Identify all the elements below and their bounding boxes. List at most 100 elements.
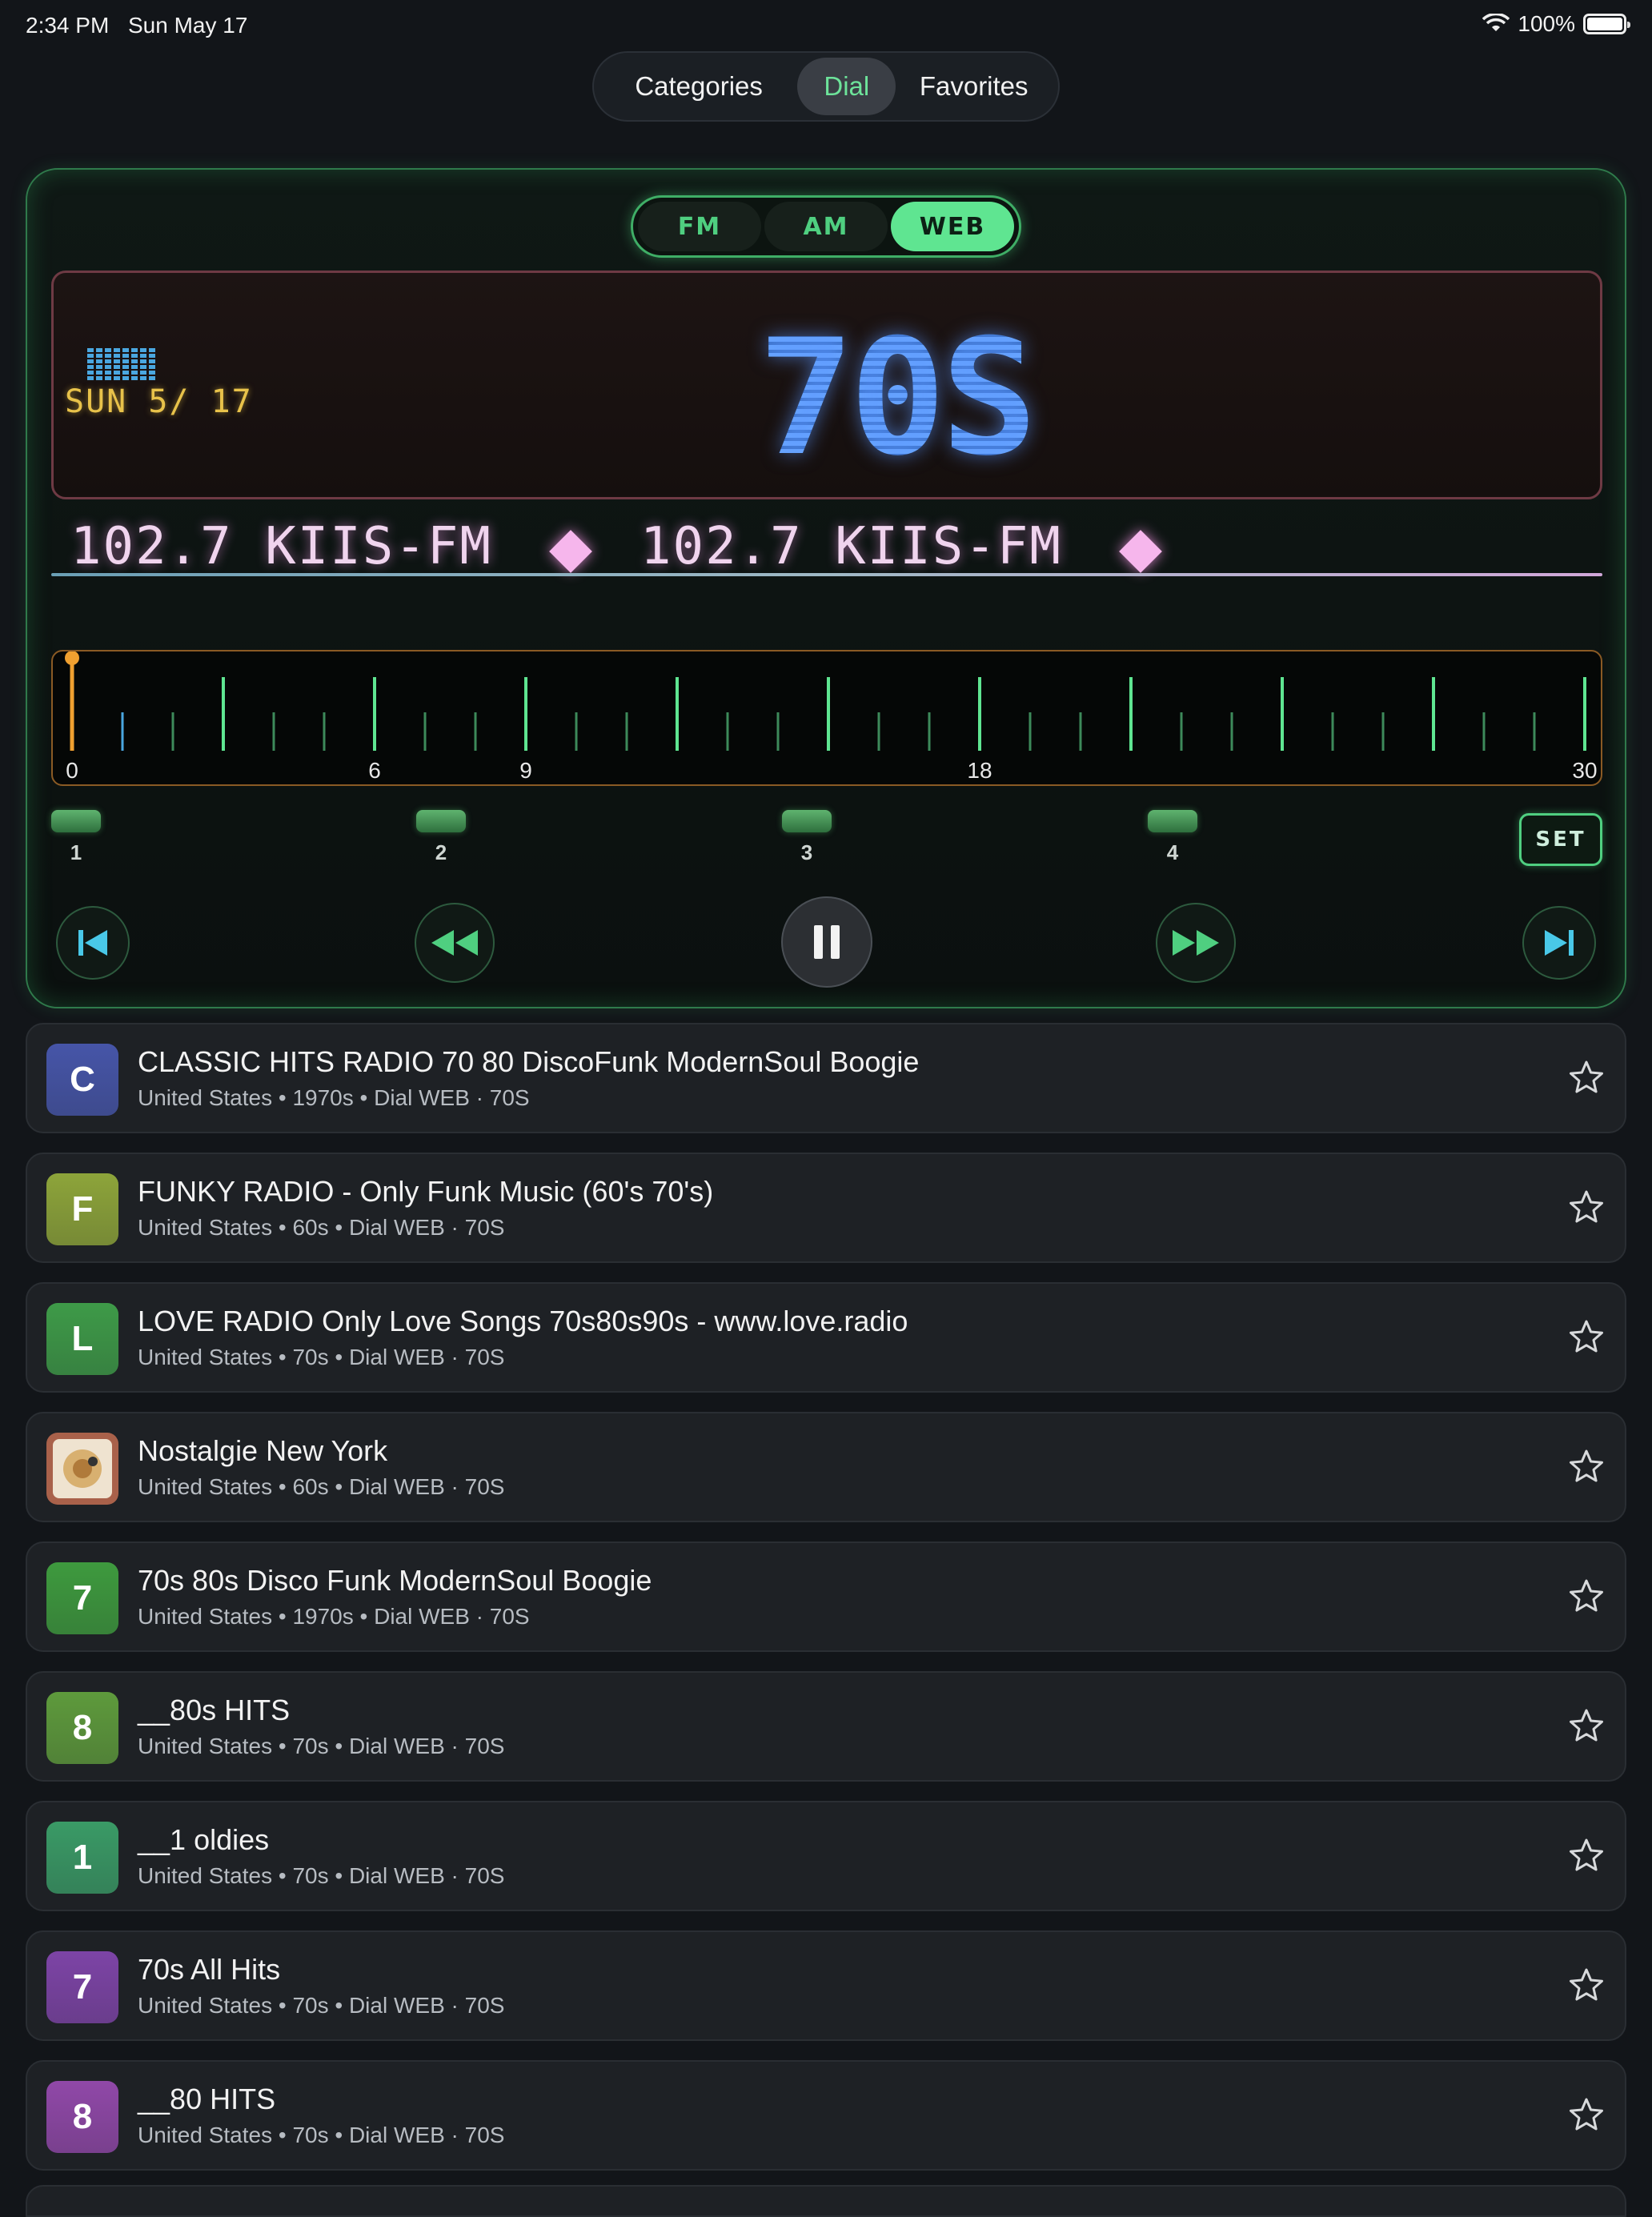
station-row[interactable]: 7 70s All Hits United States • 70s • Dial … (26, 1930, 1626, 2041)
preset-button-4[interactable] (1148, 810, 1197, 832)
fast-forward-icon (1173, 930, 1219, 956)
station-artwork (46, 1433, 118, 1505)
dial-label: 30 (1572, 758, 1597, 783)
favorite-star-icon[interactable] (1569, 1838, 1604, 1873)
ticker-text: 102.7 KIIS-FM (70, 517, 492, 576)
preset-button-3[interactable] (782, 810, 832, 832)
tab-favorites[interactable]: Favorites (896, 58, 1052, 115)
view-segmented-control: Categories Dial Favorites (592, 51, 1060, 122)
station-title: 70s All Hits (138, 1953, 281, 1986)
radio-panel: FM AM WEB SUN 5/ 17 70S 102.7 KIIS-FM 10… (26, 168, 1626, 1008)
station-subtitle: United States • 70s • Dial WEB · 70S (138, 1993, 505, 2018)
station-row[interactable]: 7 70s 80s Disco Funk ModernSoul Boogie Uni… (26, 1541, 1626, 1652)
favorite-star-icon[interactable] (1569, 1708, 1604, 1743)
skip-forward-button[interactable] (1522, 906, 1596, 980)
skip-back-button[interactable] (56, 906, 130, 980)
station-avatar: 7 (46, 1562, 118, 1634)
preset-button-1[interactable] (51, 810, 101, 832)
favorite-star-icon[interactable] (1569, 1189, 1604, 1225)
diamond-icon (1119, 530, 1162, 573)
station-subtitle: United States • 70s • Dial WEB · 70S (138, 2123, 505, 2147)
dial-label: 6 (368, 758, 381, 783)
station-avatar: 8 (46, 2081, 118, 2153)
battery-icon (1583, 14, 1630, 34)
station-avatar: L (46, 1303, 118, 1375)
station-subtitle: United States • 70s • Dial WEB · 70S (138, 1863, 505, 1888)
status-right: 100% (1482, 11, 1630, 37)
station-title: __1 oldies (138, 1823, 270, 1856)
station-subtitle: United States • 60s • Dial WEB · 70S (138, 1474, 505, 1499)
station-avatar: C (46, 1044, 118, 1116)
status-bar: 2:34 PM Sun May 17 100% (0, 0, 1652, 53)
preset-label-1: 1 (70, 840, 82, 864)
station-avatar: F (46, 1173, 118, 1245)
pause-button[interactable] (781, 896, 872, 988)
skip-back-icon (78, 930, 107, 956)
lcd-date: SUN 5/ 17 (65, 383, 253, 420)
band-selector: FM AM WEB (631, 195, 1021, 258)
dial-label: 18 (967, 758, 992, 783)
dial-label: 9 (519, 758, 532, 783)
preset-label-3: 3 (800, 840, 813, 864)
skip-forward-icon (1545, 930, 1574, 956)
station-row[interactable]: L LOVE RADIO Only Love Songs 70s80s90s - … (26, 1282, 1626, 1393)
station-title: Nostalgie New York (138, 1434, 388, 1467)
tab-categories[interactable]: Categories (600, 58, 797, 115)
diamond-icon (549, 530, 592, 573)
station-title: 70s 80s Disco Funk ModernSoul Boogie (138, 1564, 652, 1597)
station-title: CLASSIC HITS RADIO 70 80 DiscoFunk Moder… (138, 1045, 920, 1078)
station-row[interactable]: C CLASSIC HITS RADIO 70 80 DiscoFunk Mode… (26, 1023, 1626, 1133)
station-row[interactable]: 8 __80 HITS United States • 70s • Dial WEB… (26, 2060, 1626, 2171)
station-subtitle: United States • 1970s • Dial WEB · 70S (138, 1604, 530, 1629)
station-subtitle: United States • 1970s • Dial WEB · 70S (138, 1085, 530, 1110)
ticker-text: 102.7 KIIS-FM (640, 517, 1062, 576)
dial-needle-knob (65, 651, 79, 665)
genre-display: 70S (758, 305, 1037, 491)
equalizer-icon (87, 348, 155, 380)
favorite-star-icon[interactable] (1569, 1967, 1604, 2003)
tuning-dial-scale: 0 6 9 18 30 (65, 651, 1598, 783)
station-title: LOVE RADIO Only Love Songs 70s80s90s - w… (138, 1305, 908, 1337)
lcd-display: SUN 5/ 17 70S (51, 271, 1602, 499)
station-row[interactable]: Nostalgie New York United States • 60s • … (26, 1412, 1626, 1522)
favorite-star-icon[interactable] (1569, 1319, 1604, 1354)
station-title: __80s HITS (138, 1694, 291, 1726)
station-subtitle: United States • 70s • Dial WEB · 70S (138, 1734, 505, 1758)
battery-percent: 100% (1518, 11, 1575, 36)
station-title: FUNKY RADIO - Only Funk Music (60's 70's… (138, 1175, 714, 1208)
transport-controls (51, 890, 1602, 994)
status-date: Sun May 17 (128, 13, 248, 38)
rewind-button[interactable] (415, 903, 495, 983)
favorite-star-icon[interactable] (1569, 1060, 1604, 1095)
favorite-star-icon[interactable] (1569, 2097, 1604, 2132)
favorite-star-icon[interactable] (1569, 1449, 1604, 1484)
station-title: __80 HITS (138, 2083, 276, 2115)
rewind-icon (431, 930, 478, 956)
station-row[interactable]: 1 __1 oldies United States • 70s • Dial WE… (26, 1801, 1626, 1911)
pause-icon (814, 925, 840, 959)
station-list: C CLASSIC HITS RADIO 70 80 DiscoFunk Mode… (26, 1023, 1626, 2190)
station-avatar: 8 (46, 1692, 118, 1764)
preset-button-2[interactable] (416, 810, 466, 832)
station-row[interactable]: 8 __80s HITS United States • 70s • Dial WE… (26, 1671, 1626, 1782)
ticker-divider (51, 573, 1602, 576)
station-subtitle: United States • 70s • Dial WEB · 70S (138, 1345, 505, 1369)
station-avatar: 7 (46, 1951, 118, 2023)
wifi-icon (1482, 14, 1510, 31)
tuning-dial[interactable]: 0 6 9 18 30 (51, 650, 1602, 786)
band-fm-button[interactable]: FM (638, 202, 761, 251)
station-row[interactable]: F FUNKY RADIO - Only Funk Music (60's 70'… (26, 1153, 1626, 1263)
list-item[interactable] (26, 2185, 1626, 2217)
dial-label: 0 (66, 758, 78, 783)
tab-dial[interactable]: Dial (797, 58, 896, 115)
status-time: 2:34 PM (26, 13, 110, 38)
favorite-star-icon[interactable] (1569, 1578, 1604, 1614)
station-subtitle: United States • 60s • Dial WEB · 70S (138, 1215, 505, 1240)
fast-forward-button[interactable] (1156, 903, 1236, 983)
preset-bar: 1 2 3 4 SET (51, 802, 1602, 874)
band-web-button[interactable]: WEB (891, 202, 1014, 251)
band-am-button[interactable]: AM (764, 202, 888, 251)
station-avatar: 1 (46, 1822, 118, 1894)
set-preset-button[interactable]: SET (1519, 813, 1602, 866)
preset-label-4: 4 (1166, 840, 1179, 864)
